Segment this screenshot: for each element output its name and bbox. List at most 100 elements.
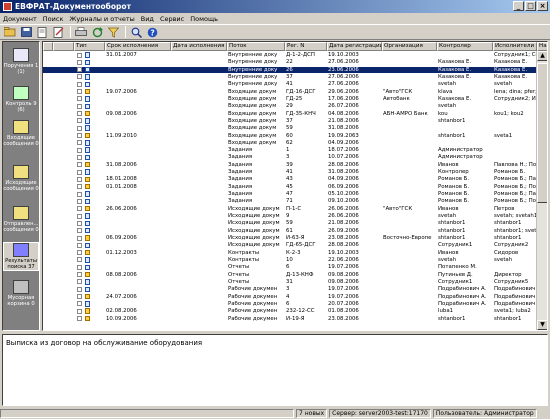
table-row[interactable]: Отчеты619.07.2006Потапенко М.19.07.2006 xyxy=(43,264,547,270)
vertical-scrollbar[interactable]: ▲ ▼ xyxy=(536,51,547,330)
row-checkbox[interactable] xyxy=(77,301,82,307)
nav-outbox[interactable]: Исходящие сообщения 0 xyxy=(3,165,39,192)
table-row[interactable]: Задания118.07.2006Администратор18.07.200… xyxy=(43,147,547,153)
row-checkbox[interactable] xyxy=(77,162,82,168)
row-checkbox[interactable] xyxy=(77,198,82,204)
row-checkbox[interactable] xyxy=(77,81,82,87)
menu-journals[interactable]: Журналы и отчеты xyxy=(69,15,134,23)
row-checkbox[interactable] xyxy=(77,294,82,300)
table-row[interactable]: Контракты1022.06.2006svetahsvetah22.06.2… xyxy=(43,257,547,263)
row-checkbox[interactable] xyxy=(77,286,82,292)
row-checkbox[interactable] xyxy=(77,118,82,124)
row-checkbox[interactable] xyxy=(77,74,82,80)
filter-icon[interactable] xyxy=(106,26,120,39)
table-row[interactable]: 09.08.2006 Входящие докум ГД-35-КНЧ 04.08.2… xyxy=(43,111,547,117)
table-row[interactable]: Внутренние доку 22 27.06.2006 Казакова Е. Ка… xyxy=(43,59,547,65)
table-row[interactable]: Внутренние доку 37 27.06.2006 Казакова Е. Ка… xyxy=(43,74,547,80)
table-row[interactable]: 18.01.2008 Задания 43 04.09.2006 Романов Б. Р… xyxy=(43,176,547,182)
table-row[interactable]: 31.01.2007 Внутренние доку Д-1-2-ДСП 19.10.… xyxy=(43,52,547,58)
nav-control[interactable]: Контроль 9 (6) xyxy=(3,86,39,113)
row-checkbox[interactable] xyxy=(77,191,82,197)
col-header-due[interactable]: Срок исполнения xyxy=(105,42,171,51)
table-row[interactable]: 11.09.2010 Входящие докум 60 19.09.2063 shta… xyxy=(43,133,547,139)
table-row[interactable]: 01.12.2003 Контракты К-2-3 19.10.2003 Иванов… xyxy=(43,250,547,256)
table-row[interactable]: Входящие докум2926.07.2006svetah26.07.20… xyxy=(43,103,547,109)
row-checkbox[interactable] xyxy=(77,96,82,102)
table-row[interactable]: Входящие докум ГД-25 17.06.2006 Автобанк Каз… xyxy=(43,96,547,102)
row-checkbox[interactable] xyxy=(77,228,82,234)
row-checkbox[interactable] xyxy=(77,52,82,58)
row-checkbox[interactable] xyxy=(77,111,82,117)
row-checkbox[interactable] xyxy=(77,59,82,65)
refresh-icon[interactable] xyxy=(90,26,104,39)
table-row[interactable]: Задания310.07.2006Администратор10.07.200… xyxy=(43,154,547,160)
table-row[interactable]: Внутренние доку4127.06.2006svetahsvetah2… xyxy=(43,81,547,87)
table-row[interactable]: Задания 47 05.10.2006 Романов Б. Романов Б.;… xyxy=(43,191,547,197)
table-row[interactable]: Исходящие докум ГД-65-ДСГ 28.08.2006 Сотруд… xyxy=(43,242,547,248)
row-checkbox[interactable] xyxy=(77,184,82,190)
nav-search-results[interactable]: Результаты поиска 37 xyxy=(3,242,39,271)
table-row[interactable]: Входящие докум6204.09.200604.09.2006 xyxy=(43,140,547,146)
row-checkbox[interactable] xyxy=(77,133,82,139)
nav-assignments[interactable]: Поручения 1 (1) xyxy=(3,48,39,75)
row-checkbox[interactable] xyxy=(77,147,82,153)
nav-inbox[interactable]: Входящие сообщения 0 xyxy=(3,120,39,147)
menu-help[interactable]: Помощь xyxy=(190,15,218,23)
row-checkbox[interactable] xyxy=(77,67,82,73)
new-doc-icon[interactable] xyxy=(35,26,49,39)
row-checkbox[interactable] xyxy=(77,264,82,270)
menu-service[interactable]: Сервис xyxy=(160,15,184,23)
row-checkbox[interactable] xyxy=(77,235,82,241)
col-header-executors[interactable]: Исполнители xyxy=(493,42,537,51)
col-header-reg[interactable]: Рег. N xyxy=(285,42,327,51)
table-row[interactable]: 06.09.2006 Исходящие докум И-63-Я 23.08.200… xyxy=(43,235,547,241)
col-header-org[interactable]: Организация xyxy=(382,42,437,51)
col-header-regdate[interactable]: Дата регистрации xyxy=(327,42,382,51)
row-checkbox[interactable] xyxy=(77,125,82,131)
table-row[interactable]: 08.08.2006 Отчеты Д-13-КНФ 09.08.2006 Путинь… xyxy=(43,272,547,278)
row-checkbox[interactable] xyxy=(77,242,82,248)
scroll-up-button[interactable]: ▲ xyxy=(537,51,547,61)
col-header-type[interactable]: Тип xyxy=(74,42,105,51)
table-row[interactable]: 10.09.2006 Рабочие докумен И-19-Я 23.08.200… xyxy=(43,316,547,322)
table-row[interactable]: 19.07.2006 Входящие докум ГД-16-ДСГ 29.06.2… xyxy=(43,89,547,95)
print-icon[interactable] xyxy=(74,26,88,39)
table-row[interactable]: Задания4131.08.2006КонтролерРоманов Б.31… xyxy=(43,169,547,175)
table-row[interactable]: Входящие докум5931.08.200631.08.2006 xyxy=(43,125,547,131)
scroll-down-button[interactable]: ▼ xyxy=(537,320,547,330)
col-header-controller[interactable]: Контролер xyxy=(437,42,493,51)
table-row[interactable]: Исходящие докум 59 21.08.2006 shtanbor1 shta… xyxy=(43,220,547,226)
help-icon[interactable]: ? xyxy=(145,26,159,39)
row-checkbox[interactable] xyxy=(77,140,82,146)
close-button[interactable]: × xyxy=(537,1,548,11)
table-row[interactable]: Задания 71 09.10.2006 Романов Б. Романов Б.;… xyxy=(43,198,547,204)
nav-trash[interactable]: Мусорная корзина 0 xyxy=(3,280,39,307)
table-row[interactable]: 02.08.2006 Рабочие докумен 232-12-СС 01.08.… xyxy=(43,308,547,314)
row-checkbox[interactable] xyxy=(77,279,82,285)
menu-document[interactable]: Документ xyxy=(3,15,37,23)
table-row[interactable]: Исходящие докум 9 26.06.2006 svetah svetah; … xyxy=(43,213,547,219)
col-header-done[interactable]: Дата исполнения xyxy=(171,42,227,51)
row-checkbox[interactable] xyxy=(77,154,82,160)
col-header-flag[interactable] xyxy=(43,42,53,51)
col-header-check[interactable] xyxy=(53,42,74,51)
table-row[interactable]: Входящие докум3721.08.2006shtanbor121.08… xyxy=(43,118,547,124)
row-checkbox[interactable] xyxy=(77,316,82,322)
col-header-flow[interactable]: Поток xyxy=(227,42,285,51)
row-checkbox[interactable] xyxy=(77,169,82,175)
scroll-thumb[interactable] xyxy=(537,63,547,203)
save-icon[interactable] xyxy=(19,26,33,39)
row-checkbox[interactable] xyxy=(77,308,82,314)
open-icon[interactable] xyxy=(3,26,17,39)
table-row[interactable]: 24.07.2006 Рабочие докумен 4 19.07.2006 Подр… xyxy=(43,294,547,300)
minimize-button[interactable]: _ xyxy=(513,1,524,11)
row-checkbox[interactable] xyxy=(77,176,82,182)
row-checkbox[interactable] xyxy=(77,220,82,226)
row-checkbox[interactable] xyxy=(77,257,82,263)
table-row[interactable]: Рабочие докумен 3 19.07.2006 Подрабинович А… xyxy=(43,286,547,292)
row-checkbox[interactable] xyxy=(77,213,82,219)
table-row[interactable]: 26.06.2006 Исходящие докум П-1-С 26.06.2006… xyxy=(43,206,547,212)
edit-icon[interactable] xyxy=(51,26,65,39)
menu-view[interactable]: Вид xyxy=(141,15,154,23)
search-icon[interactable] xyxy=(129,26,143,39)
